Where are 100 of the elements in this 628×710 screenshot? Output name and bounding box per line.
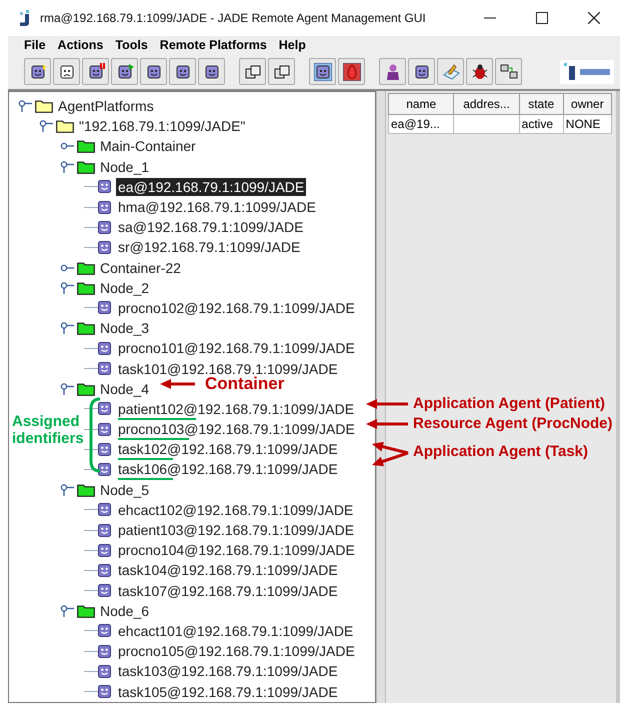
container-label[interactable]: Main-Container: [98, 137, 198, 156]
agent-face-icon: [98, 544, 111, 557]
table-cell: active: [519, 114, 564, 134]
agent-label[interactable]: task105@192.168.79.1:1099/JADE: [116, 682, 340, 701]
menu-item[interactable]: File: [24, 38, 46, 52]
containers-icon: [244, 62, 262, 80]
jade-logo-icon: [560, 60, 614, 84]
agent-label[interactable]: task106@192.168.79.1:1099/JADE: [116, 460, 340, 478]
folder-icon: [77, 604, 95, 618]
expanded-handle-icon[interactable]: [17, 99, 33, 114]
agent-face-icon: [98, 442, 111, 456]
bug-icon: [470, 62, 488, 80]
agent-label[interactable]: procno103@192.168.79.1:1099/JADE: [116, 420, 357, 438]
agent-label[interactable]: sr@192.168.79.1:1099/JADE: [116, 238, 302, 256]
folder-icon: [77, 260, 95, 275]
toolbar-button[interactable]: [338, 58, 365, 85]
toolbar-button[interactable]: [82, 58, 109, 85]
agent-face-icon: [98, 644, 111, 658]
new-agent-icon: [28, 62, 46, 80]
column-header[interactable]: addres...: [454, 94, 520, 114]
container-label[interactable]: Node_3: [98, 319, 152, 338]
folder-icon: [77, 139, 95, 154]
agent-label[interactable]: procno105@192.168.79.1:1099/JADE: [116, 642, 357, 660]
menu-item[interactable]: Help: [278, 38, 306, 52]
toolbar-button[interactable]: [408, 58, 435, 85]
agent-label[interactable]: ea@192.168.79.1:1099/JADE: [116, 178, 306, 196]
menu-item[interactable]: Remote Platforms: [160, 38, 267, 52]
agent-label[interactable]: task107@192.168.79.1:1099/JADE: [116, 582, 340, 600]
expanded-handle-icon[interactable]: [59, 160, 75, 174]
agent-face-icon: [98, 584, 111, 598]
pen-paper-icon: [442, 62, 460, 80]
agent-face-icon: [98, 342, 111, 355]
toolbar-button[interactable]: [239, 58, 266, 85]
platform-label[interactable]: "192.168.79.1:1099/JADE": [77, 117, 248, 136]
container-label[interactable]: Node_2: [98, 278, 152, 297]
agent-face-icon: [58, 62, 76, 80]
agent-label[interactable]: procno101@192.168.79.1:1099/JADE: [116, 339, 357, 358]
folder-icon: [35, 99, 53, 114]
toolbar-button[interactable]: [268, 58, 295, 85]
expanded-handle-icon[interactable]: [59, 382, 75, 396]
toolbar-button[interactable]: [24, 58, 51, 85]
agent-label[interactable]: task104@192.168.79.1:1099/JADE: [116, 561, 340, 580]
toolbar-button[interactable]: [53, 58, 80, 85]
folder-icon: [77, 321, 95, 336]
agent-label[interactable]: procno102@192.168.79.1:1099/JADE: [116, 298, 357, 317]
menu-item[interactable]: Tools: [115, 38, 148, 52]
agent-label[interactable]: task102@192.168.79.1:1099/JADE: [116, 440, 340, 458]
app-logo-icon: [18, 10, 32, 26]
expanded-handle-icon[interactable]: [59, 604, 75, 618]
container-stack-icon: [272, 62, 290, 80]
close-icon[interactable]: [588, 12, 600, 24]
splitter-bar[interactable]: [376, 91, 386, 703]
annotation-arrow: [158, 378, 197, 390]
agent-label[interactable]: patient102@192.168.79.1:1099/JADE: [116, 400, 356, 418]
agent-stop-icon: [86, 62, 104, 80]
container-label[interactable]: Node_4: [98, 380, 152, 398]
folder-icon: [77, 160, 95, 174]
menu-item[interactable]: Actions: [58, 38, 104, 52]
agent-label[interactable]: task103@192.168.79.1:1099/JADE: [116, 662, 340, 680]
toolbar-button[interactable]: [169, 58, 196, 85]
annotation-label: Assigned identifiers: [12, 413, 85, 448]
folder-icon: [77, 280, 95, 295]
toolbar-button[interactable]: [495, 58, 522, 85]
agent-face-icon: [98, 503, 111, 516]
annotation-label: Application Agent (Patient): [413, 395, 605, 412]
toolbar-button[interactable]: [379, 58, 406, 85]
expanded-handle-icon[interactable]: [38, 119, 54, 134]
agent-face-icon: [98, 664, 111, 678]
toolbar-button[interactable]: [140, 58, 167, 85]
table-cell: NONE: [563, 114, 612, 134]
column-header[interactable]: name: [388, 94, 454, 114]
agent-face-icon: [98, 524, 111, 537]
agent-label[interactable]: sa@192.168.79.1:1099/JADE: [116, 218, 306, 236]
expanded-handle-icon[interactable]: [59, 280, 75, 295]
agent-face-icon: [98, 362, 111, 376]
agent-label[interactable]: ehcact102@192.168.79.1:1099/JADE: [116, 500, 356, 519]
expanded-handle-icon[interactable]: [59, 321, 75, 336]
container-label[interactable]: Node_1: [98, 158, 152, 176]
agent-label[interactable]: hma@192.168.79.1:1099/JADE: [116, 198, 318, 216]
toolbar-button[interactable]: [309, 58, 336, 85]
agent-face-icon: [98, 685, 111, 698]
agent-label[interactable]: patient103@192.168.79.1:1099/JADE: [116, 521, 356, 540]
container-label[interactable]: Node_5: [98, 480, 152, 499]
column-header[interactable]: owner: [563, 94, 612, 114]
agent-label[interactable]: ehcact101@192.168.79.1:1099/JADE: [116, 622, 356, 640]
toolbar-button[interactable]: [198, 58, 225, 85]
column-header[interactable]: state: [519, 94, 564, 114]
agent-face-icon: [98, 200, 111, 214]
agent-face-icon: [98, 220, 111, 234]
agent-face-icon: [98, 180, 111, 194]
agent-face-icon: [98, 564, 111, 577]
toolbar-button[interactable]: [111, 58, 138, 85]
table-cell: ea@19...: [388, 114, 454, 134]
container-label[interactable]: Container-22: [98, 258, 183, 277]
toolbar-button[interactable]: [466, 58, 493, 85]
platform-label[interactable]: AgentPlatforms: [56, 97, 156, 116]
agent-label[interactable]: procno104@192.168.79.1:1099/JADE: [116, 541, 357, 560]
maximize-icon[interactable]: [536, 12, 548, 24]
expanded-handle-icon[interactable]: [59, 482, 75, 497]
container-label[interactable]: Node_6: [98, 602, 152, 620]
